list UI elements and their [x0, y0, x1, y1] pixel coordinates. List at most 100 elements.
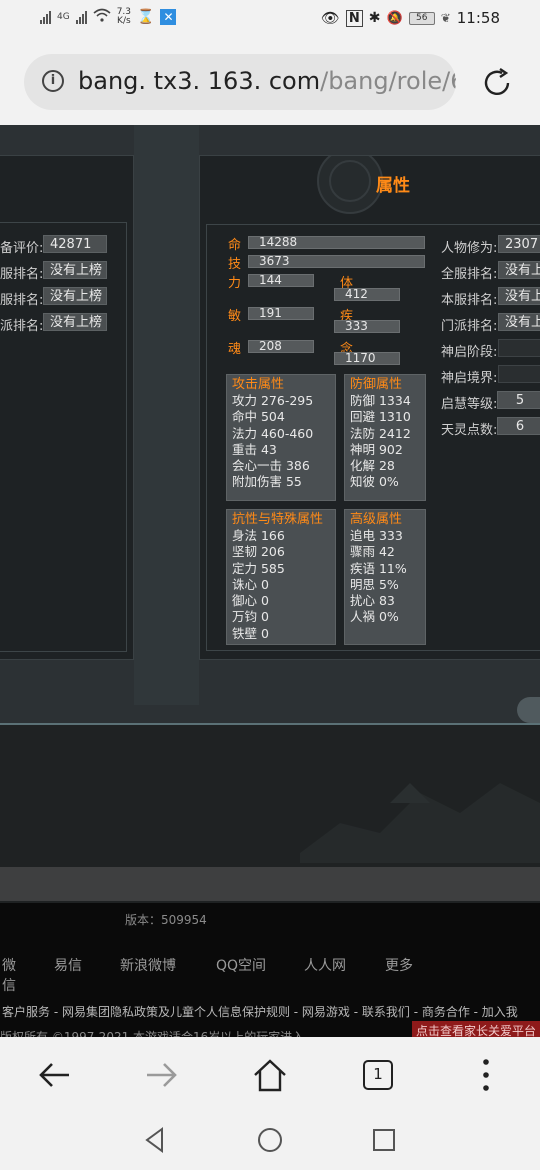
tab-count: 1 — [363, 1060, 393, 1090]
stat-label-min: 敏 — [228, 309, 242, 324]
side-value: 没有上 — [498, 261, 540, 279]
mute-icon: 🔕 — [386, 10, 403, 26]
share-link[interactable]: QQ空间 — [216, 955, 266, 975]
share-link[interactable]: 易信 — [54, 955, 82, 975]
resist-line: 御心 0 — [232, 593, 269, 609]
side-label: 人物修为: — [441, 241, 498, 256]
stat-value-ji2: 333 — [334, 320, 400, 333]
share-link[interactable]: 微信 — [0, 955, 16, 995]
advanced-line: 明思 5% — [350, 576, 399, 592]
share-link[interactable]: 更多 — [385, 955, 413, 975]
stat-value-ji: 3673 — [248, 255, 425, 268]
side-value: 没有上 — [498, 287, 540, 305]
defense-line: 神明 902 — [350, 441, 403, 457]
net-speed: 7.3 K/s — [116, 7, 132, 26]
background-gap — [134, 125, 199, 705]
back-arrow-icon[interactable] — [34, 1055, 74, 1095]
footer-links[interactable]: 客户服务 - 网易集团隐私政策及儿童个人信息保护规则 - 网易游戏 - 联系我们… — [2, 1003, 518, 1020]
ranking-label: 服排名: — [0, 293, 44, 308]
defense-list: 防御 1334 回避 1310 法防 2412 神明 902 化解 28 知彼 0% — [350, 393, 420, 491]
system-back-icon[interactable] — [140, 1124, 172, 1156]
version-text: 版本：509954 — [125, 913, 207, 927]
web-page: 备评价: 42871 服排名: 没有上榜 服排名: 没有上榜 派排名: 没有上榜 属性 命 1… — [0, 125, 540, 903]
ranking-value: 没有上榜 — [43, 313, 107, 331]
ranking-value: 没有上榜 — [43, 261, 107, 279]
more-menu-icon[interactable] — [466, 1055, 506, 1095]
url-text[interactable]: bang. tx3. 163. com/bang/role/62_21( — [78, 67, 456, 95]
eye-icon: 👁 — [320, 9, 340, 27]
page-bottom-area — [0, 723, 540, 903]
share-link[interactable]: 新浪微博 — [120, 955, 176, 975]
hourglass-icon: ⌛ — [137, 9, 155, 25]
resist-attributes: 抗性与特殊属性 身法 166 坚韧 206 定力 585 诛心 0 御心 0 万钧 0 铁壁… — [226, 509, 336, 645]
system-recents-icon[interactable] — [368, 1124, 400, 1156]
advanced-line: 追电 333 — [350, 528, 403, 543]
side-value: 5 — [497, 391, 540, 409]
browser-toolbar: i bang. tx3. 163. com/bang/role/62_21( — [0, 40, 540, 125]
side-value: 2307 — [498, 235, 540, 253]
attack-line: 重击 43 — [232, 441, 277, 457]
attack-list: 攻力 276-295 命中 504 法力 460-460 重击 43 会心一击 386 附… — [232, 393, 330, 491]
grey-strip — [0, 867, 540, 901]
tabs-button[interactable]: 1 — [358, 1055, 398, 1095]
defense-title: 防御属性 — [350, 377, 403, 392]
attack-title: 攻击属性 — [232, 377, 285, 392]
ranking-panel — [0, 155, 134, 660]
defense-line: 法防 2412 — [350, 425, 411, 441]
signal-icon-sim1 — [40, 10, 51, 24]
home-icon[interactable] — [250, 1055, 290, 1095]
side-value — [498, 365, 540, 383]
advanced-line: 扰心 83 — [350, 593, 395, 609]
stat-value-min: 191 — [248, 307, 314, 320]
resist-list: 身法 166 坚韧 206 定力 585 诛心 0 御心 0 万钧 0 铁壁 0 — [232, 528, 330, 642]
browser-nav-bar: 1 — [0, 1037, 540, 1110]
info-icon[interactable]: i — [42, 70, 64, 92]
signal-icon-sim2 — [75, 10, 87, 24]
side-value — [498, 339, 540, 357]
advanced-line: 疾语 11% — [350, 560, 407, 576]
address-bar[interactable]: i bang. tx3. 163. com/bang/role/62_21( — [24, 54, 456, 110]
advanced-line: 人祸 0% — [350, 609, 399, 625]
reload-icon[interactable] — [480, 66, 514, 100]
defense-line: 化解 28 — [350, 458, 395, 474]
side-value: 6 — [497, 417, 540, 435]
defense-attributes: 防御属性 防御 1334 回避 1310 法防 2412 神明 902 化解 28 知彼 … — [344, 374, 426, 501]
share-link[interactable]: 人人网 — [304, 955, 346, 975]
ranking-label: 派排名: — [0, 319, 44, 334]
battery-icon: 56 — [408, 11, 435, 25]
resist-line: 诛心 0 — [232, 576, 269, 592]
advanced-list: 追电 333 骤雨 42 疾语 11% 明思 5% 扰心 83 人祸 0% — [350, 528, 420, 626]
attack-attributes: 攻击属性 攻力 276-295 命中 504 法力 460-460 重击 43 会心一击… — [226, 374, 336, 501]
resist-line: 万钧 0 — [232, 609, 269, 625]
resist-title: 抗性与特殊属性 — [232, 512, 324, 527]
system-nav-bar — [0, 1110, 540, 1170]
forward-arrow-icon[interactable] — [142, 1055, 182, 1095]
system-home-icon[interactable] — [254, 1124, 286, 1156]
side-label: 神启阶段: — [441, 345, 498, 360]
resist-line: 身法 166 — [232, 528, 285, 543]
bluetooth-icon: ✱ — [368, 10, 381, 26]
nfc-icon: N — [345, 9, 363, 27]
app-notification-icon: ✕ — [160, 9, 177, 25]
ranking-label: 备评价: — [0, 241, 44, 256]
attack-line: 法力 460-460 — [232, 425, 314, 441]
side-label: 全服排名: — [441, 267, 498, 282]
scenery-image — [300, 783, 540, 863]
scroll-handle[interactable] — [517, 697, 540, 723]
resist-line: 定力 585 — [232, 560, 285, 576]
defense-line: 防御 1334 — [350, 393, 411, 408]
ranking-value: 42871 — [43, 235, 107, 253]
defense-line: 回避 1310 — [350, 409, 411, 425]
stat-value-ti: 412 — [334, 288, 400, 301]
stat-value-hun: 208 — [248, 340, 314, 353]
stat-label-li: 力 — [228, 276, 242, 291]
leaf-icon: ❦ — [440, 11, 451, 25]
ranking-label: 服排名: — [0, 267, 44, 282]
screen: 4G 7.3 K/s ⌛ ✕ 👁 N ✱ 🔕 56 ❦ 11:58 i bang.… — [0, 0, 540, 1170]
stat-label-ji: 技 — [228, 257, 242, 272]
wifi-icon — [93, 8, 111, 26]
advanced-title: 高级属性 — [350, 512, 403, 527]
attack-line: 攻力 276-295 — [232, 393, 314, 408]
stat-label-hun: 魂 — [228, 342, 242, 357]
defense-line: 知彼 0% — [350, 474, 399, 490]
